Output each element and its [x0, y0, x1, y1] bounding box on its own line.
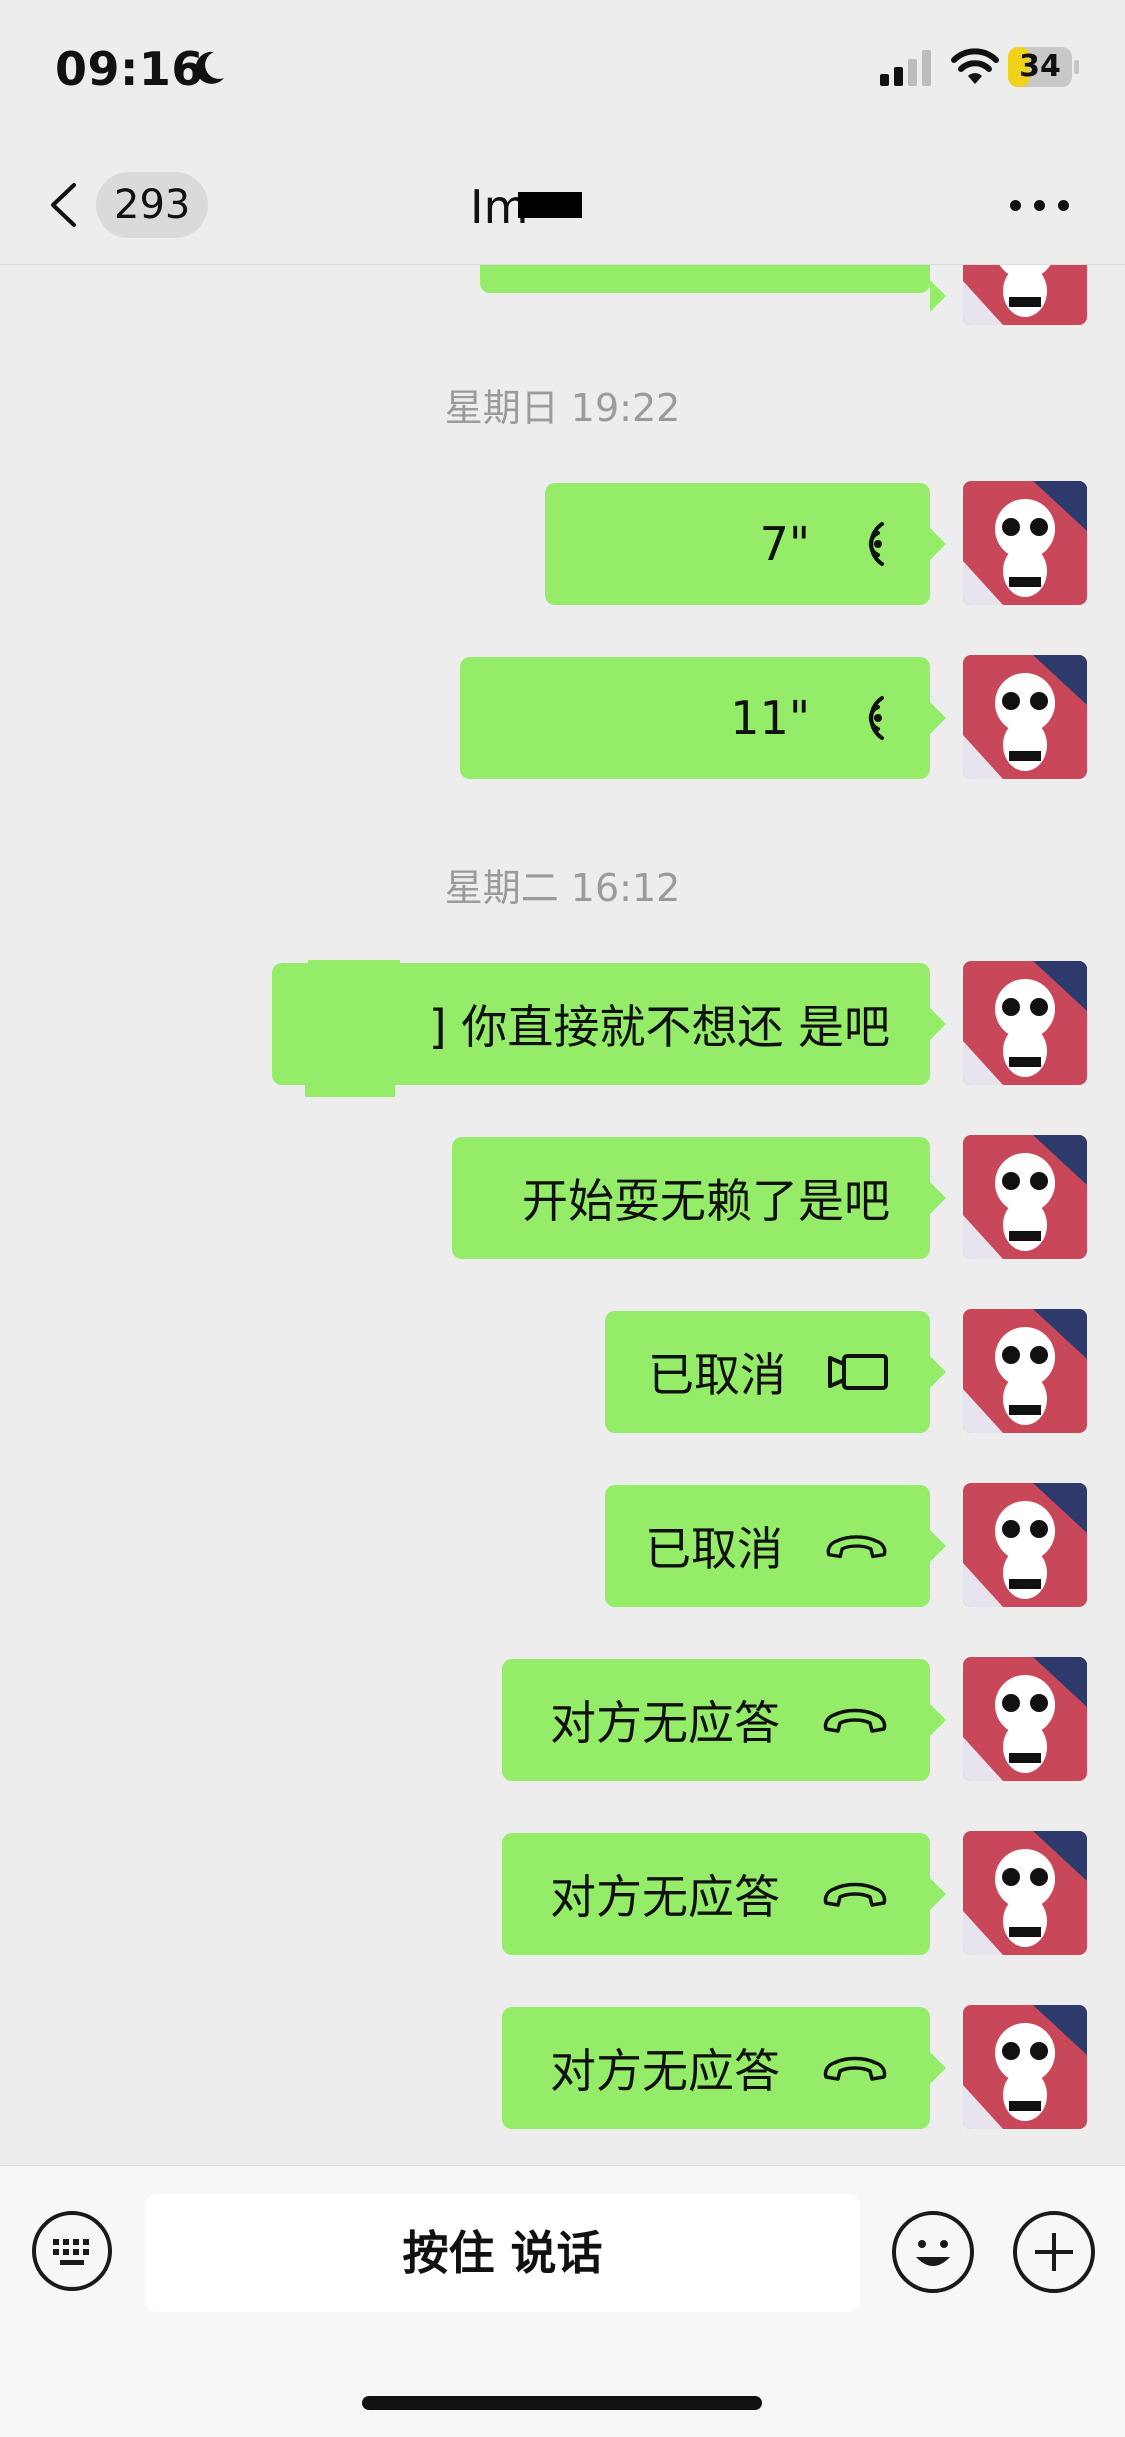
more-dot: [1010, 200, 1021, 211]
phone-icon: [826, 1535, 887, 1559]
voice-call-bubble[interactable]: 对方无应答: [502, 1659, 946, 1781]
panda-avatar-icon: [963, 481, 1087, 605]
wifi-icon: [951, 48, 999, 84]
battery-percent: 34: [1019, 49, 1061, 84]
avatar[interactable]: [963, 961, 1087, 1085]
avatar[interactable]: [963, 1657, 1087, 1781]
phone-icon: [823, 1882, 887, 1907]
plus-icon: [1035, 2233, 1073, 2271]
previous-message-bubble[interactable]: [480, 265, 946, 312]
redaction-patch: [308, 960, 400, 988]
keyboard-toggle-button[interactable]: [32, 2211, 112, 2291]
message-text: ] 你直接就不想还 是吧: [428, 1000, 890, 1054]
text-message-bubble[interactable]: 开始耍无赖了是吧: [452, 1137, 946, 1259]
more-dot: [1034, 200, 1045, 211]
voice-call-bubble[interactable]: 对方无应答: [502, 2007, 946, 2129]
chat-header: 293 Im: [0, 140, 1125, 265]
call-status-text: 对方无应答: [550, 1696, 780, 1750]
more-options-button[interactable]: [1008, 180, 1072, 230]
message-text: 开始耍无赖了是吧: [522, 1174, 890, 1228]
status-bar: 09:16 34: [0, 0, 1125, 140]
title-redaction: [518, 192, 582, 218]
more-dot: [1058, 200, 1069, 211]
avatar[interactable]: [963, 655, 1087, 779]
avatar[interactable]: [963, 1831, 1087, 1955]
video-camera-icon: [828, 1354, 888, 1390]
avatar[interactable]: [963, 2005, 1087, 2129]
panda-avatar-icon: [963, 1135, 1087, 1259]
voice-duration: 7": [759, 517, 810, 571]
redaction-patch: [305, 1077, 395, 1097]
home-indicator[interactable]: [362, 2396, 762, 2410]
voice-message-bubble[interactable]: 7": [545, 483, 946, 605]
voice-wave-icon: [868, 522, 884, 566]
panda-avatar-icon: [963, 1483, 1087, 1607]
voice-wave-icon: [868, 696, 884, 740]
panda-avatar-icon: [963, 961, 1087, 1085]
hold-to-talk-button[interactable]: 按住 说话: [145, 2194, 860, 2312]
panda-avatar-icon: [963, 1657, 1087, 1781]
phone-icon: [823, 2056, 887, 2081]
voice-message-bubble[interactable]: 11": [460, 657, 946, 779]
emoji-button[interactable]: [892, 2211, 974, 2293]
call-status-text: 对方无应答: [550, 2044, 780, 2098]
back-button[interactable]: 293: [40, 170, 220, 240]
message-list[interactable]: 星期日 19:22 7" 11" 星期二 16:12] 你直接就不想还 是吧 …: [0, 265, 1125, 2165]
battery-cap: [1074, 60, 1079, 74]
avatar[interactable]: [963, 265, 1087, 325]
avatar[interactable]: [963, 1309, 1087, 1433]
avatar[interactable]: [963, 1483, 1087, 1607]
emoji-icon: [916, 2240, 950, 2266]
call-status-text: 已取消: [648, 1348, 786, 1402]
call-status-text: 对方无应答: [550, 1870, 780, 1924]
video-call-bubble[interactable]: 已取消: [605, 1311, 946, 1433]
voice-call-bubble[interactable]: 对方无应答: [502, 1833, 946, 1955]
panda-avatar-icon: [963, 1309, 1087, 1433]
panda-avatar-icon: [963, 265, 1087, 325]
panda-avatar-icon: [963, 655, 1087, 779]
call-status-text: 已取消: [645, 1522, 783, 1576]
panda-avatar-icon: [963, 2005, 1087, 2129]
keyboard-icon: [53, 2239, 89, 2265]
battery-indicator: 34: [1008, 47, 1080, 87]
voice-duration: 11": [730, 691, 810, 745]
phone-icon: [823, 1708, 887, 1733]
more-functions-button[interactable]: [1013, 2211, 1095, 2293]
voice-call-bubble[interactable]: 已取消: [605, 1485, 946, 1607]
avatar[interactable]: [963, 1135, 1087, 1259]
panda-avatar-icon: [963, 1831, 1087, 1955]
status-time: 09:16: [55, 42, 204, 96]
moon-icon: [195, 51, 224, 84]
cellular-signal-icon: [880, 50, 931, 86]
avatar[interactable]: [963, 481, 1087, 605]
timestamp: 星期二 16:12: [444, 866, 681, 910]
unread-count-badge: 293: [96, 172, 209, 238]
chevron-left-icon: [51, 183, 76, 227]
timestamp: 星期日 19:22: [444, 386, 681, 430]
